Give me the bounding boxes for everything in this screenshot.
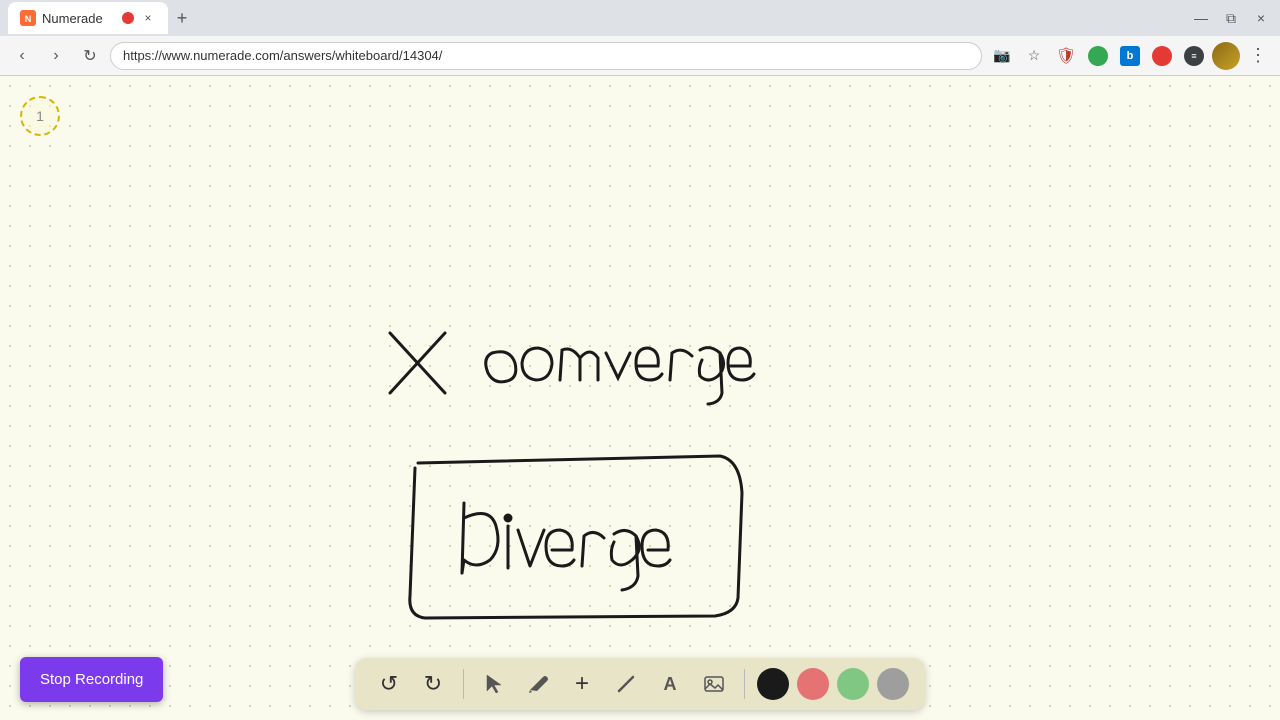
page-number-badge: 1 (20, 96, 60, 136)
color-black[interactable] (757, 668, 789, 700)
ext-icon-2[interactable] (1084, 42, 1112, 70)
redo-button[interactable]: ↻ (415, 666, 451, 702)
eraser-tool-button[interactable] (608, 666, 644, 702)
ext-icon-4[interactable] (1148, 42, 1176, 70)
tab-title: Numerade (42, 11, 116, 26)
title-bar: N Numerade × + — ⧉ × (0, 0, 1280, 36)
minimize-button[interactable]: — (1190, 7, 1212, 29)
select-tool-button[interactable] (476, 666, 512, 702)
color-pink[interactable] (797, 668, 829, 700)
ext-icon-3[interactable]: b (1116, 42, 1144, 70)
maximize-button[interactable]: ⧉ (1220, 7, 1242, 29)
whiteboard-area[interactable]: 1 (0, 76, 1280, 720)
camera-icon[interactable]: 📷 (988, 42, 1016, 70)
browser-toolbar-icons: 📷 ☆ 🛡 b ≡ ⋮ (988, 42, 1272, 70)
whiteboard-drawing (0, 76, 1280, 720)
tab-close-button[interactable]: × (140, 10, 156, 26)
ext-icon-1[interactable]: 🛡 (1052, 42, 1080, 70)
reload-button[interactable]: ↻ (76, 42, 104, 70)
text-tool-button[interactable]: A (652, 666, 688, 702)
color-green[interactable] (837, 668, 869, 700)
ext-icon-5[interactable]: ≡ (1180, 42, 1208, 70)
bookmark-icon[interactable]: ☆ (1020, 42, 1048, 70)
new-tab-button[interactable]: + (168, 4, 196, 32)
active-tab[interactable]: N Numerade × (8, 2, 168, 34)
page-content: 1 (0, 76, 1280, 720)
url-input[interactable] (110, 42, 982, 70)
image-tool-button[interactable] (696, 666, 732, 702)
back-button[interactable]: ‹ (8, 42, 36, 70)
add-tool-button[interactable]: + (564, 666, 600, 702)
stop-recording-button[interactable]: Stop Recording (20, 657, 163, 702)
undo-button[interactable]: ↺ (371, 666, 407, 702)
color-gray[interactable] (877, 668, 909, 700)
user-avatar[interactable] (1212, 42, 1240, 70)
svg-text:N: N (25, 14, 32, 24)
pen-tool-button[interactable] (520, 666, 556, 702)
menu-icon[interactable]: ⋮ (1244, 42, 1272, 70)
recording-indicator (122, 12, 134, 24)
window-controls: — ⧉ × (1190, 7, 1272, 29)
address-bar-row: ‹ › ↻ 📷 ☆ 🛡 b ≡ (0, 36, 1280, 76)
forward-button[interactable]: › (42, 42, 70, 70)
bottom-toolbar: ↺ ↻ + (355, 658, 925, 710)
close-window-button[interactable]: × (1250, 7, 1272, 29)
tab-favicon: N (20, 10, 36, 26)
browser-chrome: N Numerade × + — ⧉ × ‹ › ↻ 📷 (0, 0, 1280, 76)
